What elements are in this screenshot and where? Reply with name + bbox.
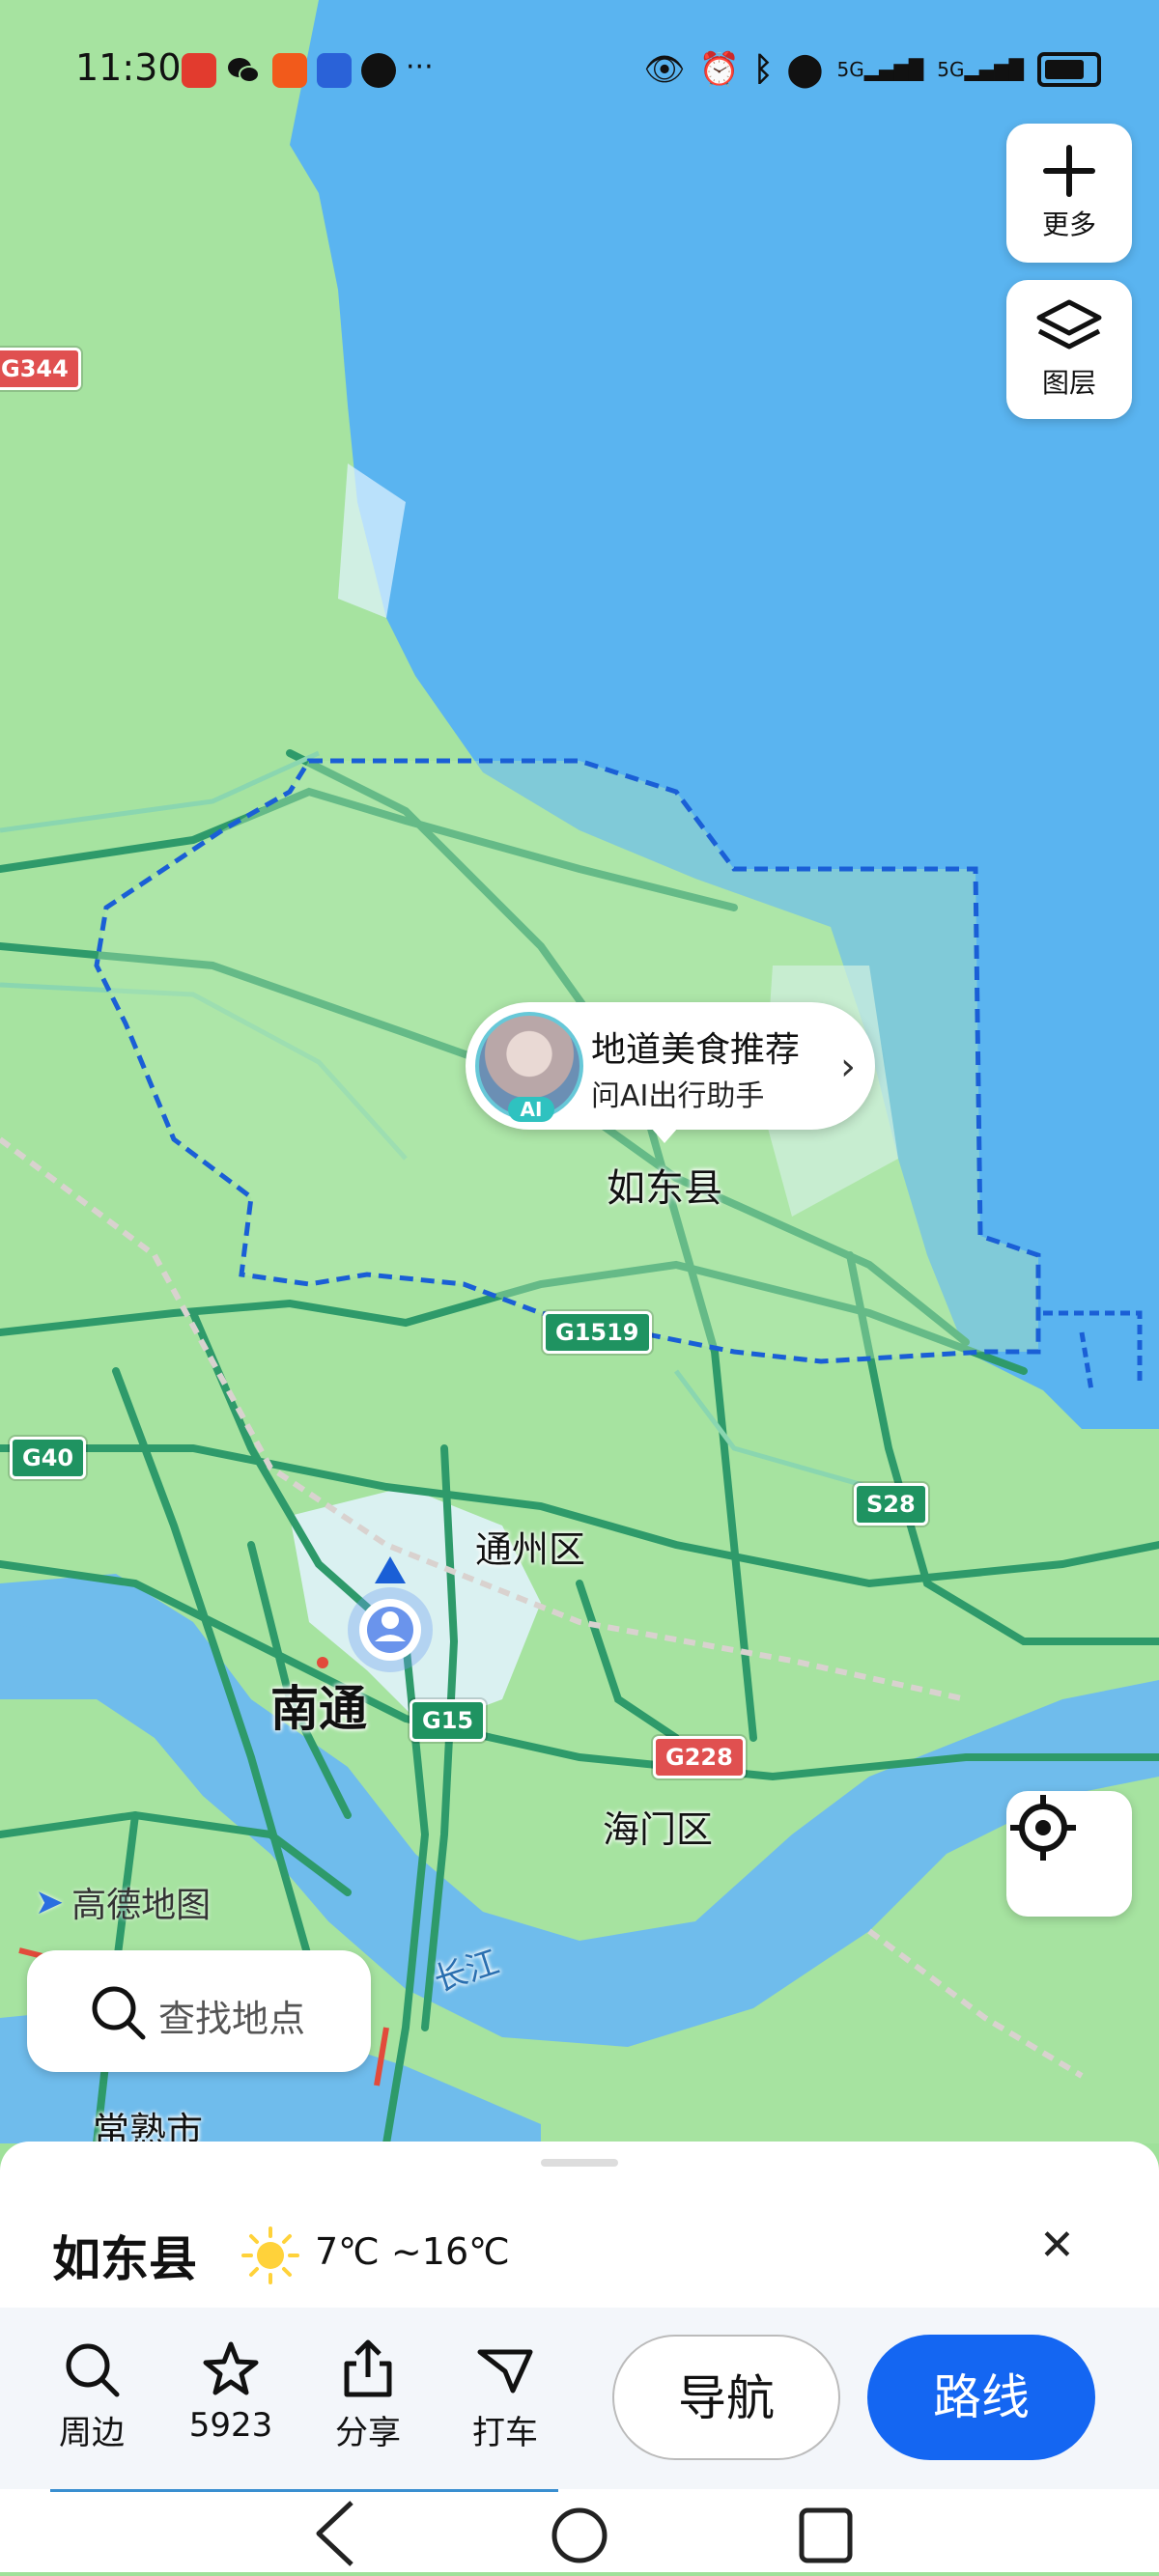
action-label: 5923 xyxy=(188,2406,273,2445)
taobao-icon xyxy=(272,53,307,88)
map-canvas[interactable]: 如东县 通州区 南通 海门区 长江 常熟市 G344 G1519 G40 S28… xyxy=(0,0,1159,2143)
wechat-icon xyxy=(226,53,261,88)
status-right-icons: 👁 ⏰ ᛒ ⬤ 5G▂▄▆█ 5G▂▄▆█ xyxy=(643,50,1101,89)
action-favorite[interactable]: 5923 xyxy=(168,2338,294,2445)
eye-icon: 👁 xyxy=(643,50,686,89)
search-icon xyxy=(92,1986,146,2040)
action-taxi[interactable]: 打车 xyxy=(442,2338,568,2453)
label-tongzhou[interactable]: 通州区 xyxy=(475,1520,585,1573)
home-icon[interactable] xyxy=(551,2507,608,2563)
crosshair-icon xyxy=(1010,1795,1076,1861)
action-nearby[interactable]: 周边 xyxy=(29,2338,155,2453)
battery-icon xyxy=(1037,52,1101,87)
road-shield-g15: G15 xyxy=(410,1699,487,1742)
alarm-icon: ⏰ xyxy=(698,50,740,89)
ai-assistant-bubble[interactable]: AI 地道美食推荐 问AI出行助手 › xyxy=(466,1002,875,1143)
share-icon xyxy=(344,2339,392,2397)
road-shield-g228: G228 xyxy=(653,1736,746,1778)
brand-label: 高德地图 xyxy=(71,1886,212,1925)
road-shield-g1519: G1519 xyxy=(543,1311,652,1354)
action-label: 打车 xyxy=(472,2414,538,2452)
road-shield-s28: S28 xyxy=(854,1483,928,1526)
ai-bubble-subtitle: 问AI出行助手 xyxy=(591,1079,765,1113)
chat-bubble-icon xyxy=(361,53,396,88)
chevron-right-icon: › xyxy=(840,1045,856,1089)
locate-me-button[interactable] xyxy=(1006,1791,1132,1917)
search-placeholder: 查找地点 xyxy=(158,1998,306,2040)
action-share[interactable]: 分享 xyxy=(305,2338,431,2453)
place-name: 如东县 xyxy=(52,2231,197,2287)
robot-app-icon xyxy=(317,53,352,88)
more-label: 更多 xyxy=(1041,209,1096,240)
amap-brand: ➤ 高德地图 xyxy=(35,1877,211,1927)
weather-temp: 7℃ ~16℃ xyxy=(315,2230,510,2273)
more-notifications: ··· xyxy=(406,50,434,84)
signal-5g-icon: 5G▂▄▆█ xyxy=(937,58,1024,81)
back-icon[interactable] xyxy=(316,2501,353,2566)
recent-apps-icon[interactable] xyxy=(799,2507,853,2563)
road-shield-g40: G40 xyxy=(10,1437,87,1479)
label-changshu[interactable]: 常熟市 xyxy=(93,2101,203,2143)
label-rudong[interactable]: 如东县 xyxy=(607,1157,722,1213)
weibo-icon xyxy=(182,53,216,88)
more-button[interactable]: 更多 xyxy=(1006,124,1132,263)
bluetooth-icon: ᛒ xyxy=(753,50,774,89)
sun-icon xyxy=(241,2226,299,2284)
status-bar: 11:30 ··· 👁 ⏰ ᛒ ⬤ 5G▂▄▆█ 5G▂▄▆█ xyxy=(0,0,1159,145)
signal-5g-icon: 5G▂▄▆█ xyxy=(836,58,924,81)
plus-icon xyxy=(1043,145,1095,197)
action-label: 周边 xyxy=(59,2414,125,2452)
taxi-icon xyxy=(477,2349,533,2394)
search-box[interactable]: 查找地点 xyxy=(27,1950,371,2072)
ai-bubble-title: 地道美食推荐 xyxy=(591,1030,801,1070)
close-icon[interactable]: ✕ xyxy=(1039,2221,1075,2270)
label-haimen[interactable]: 海门区 xyxy=(603,1800,713,1853)
navigate-button[interactable]: 导航 xyxy=(612,2335,840,2460)
star-icon xyxy=(203,2341,259,2395)
label-nantong[interactable]: 南通 xyxy=(270,1670,367,1740)
status-time: 11:30 xyxy=(75,46,182,89)
action-label: 分享 xyxy=(335,2414,401,2452)
layers-button[interactable]: 图层 xyxy=(1006,280,1132,419)
search-icon xyxy=(66,2343,120,2397)
layers-label: 图层 xyxy=(1041,367,1096,399)
location-icon: ⬤ xyxy=(786,50,824,89)
road-shield-g344: G344 xyxy=(0,348,81,390)
drag-handle[interactable] xyxy=(541,2159,618,2167)
layers-icon xyxy=(1036,299,1102,350)
system-nav-bar xyxy=(0,2491,1159,2572)
navigation-arrow-icon: ➤ xyxy=(35,1882,65,1922)
ai-badge: AI xyxy=(508,1097,554,1122)
route-button[interactable]: 路线 xyxy=(867,2335,1095,2460)
